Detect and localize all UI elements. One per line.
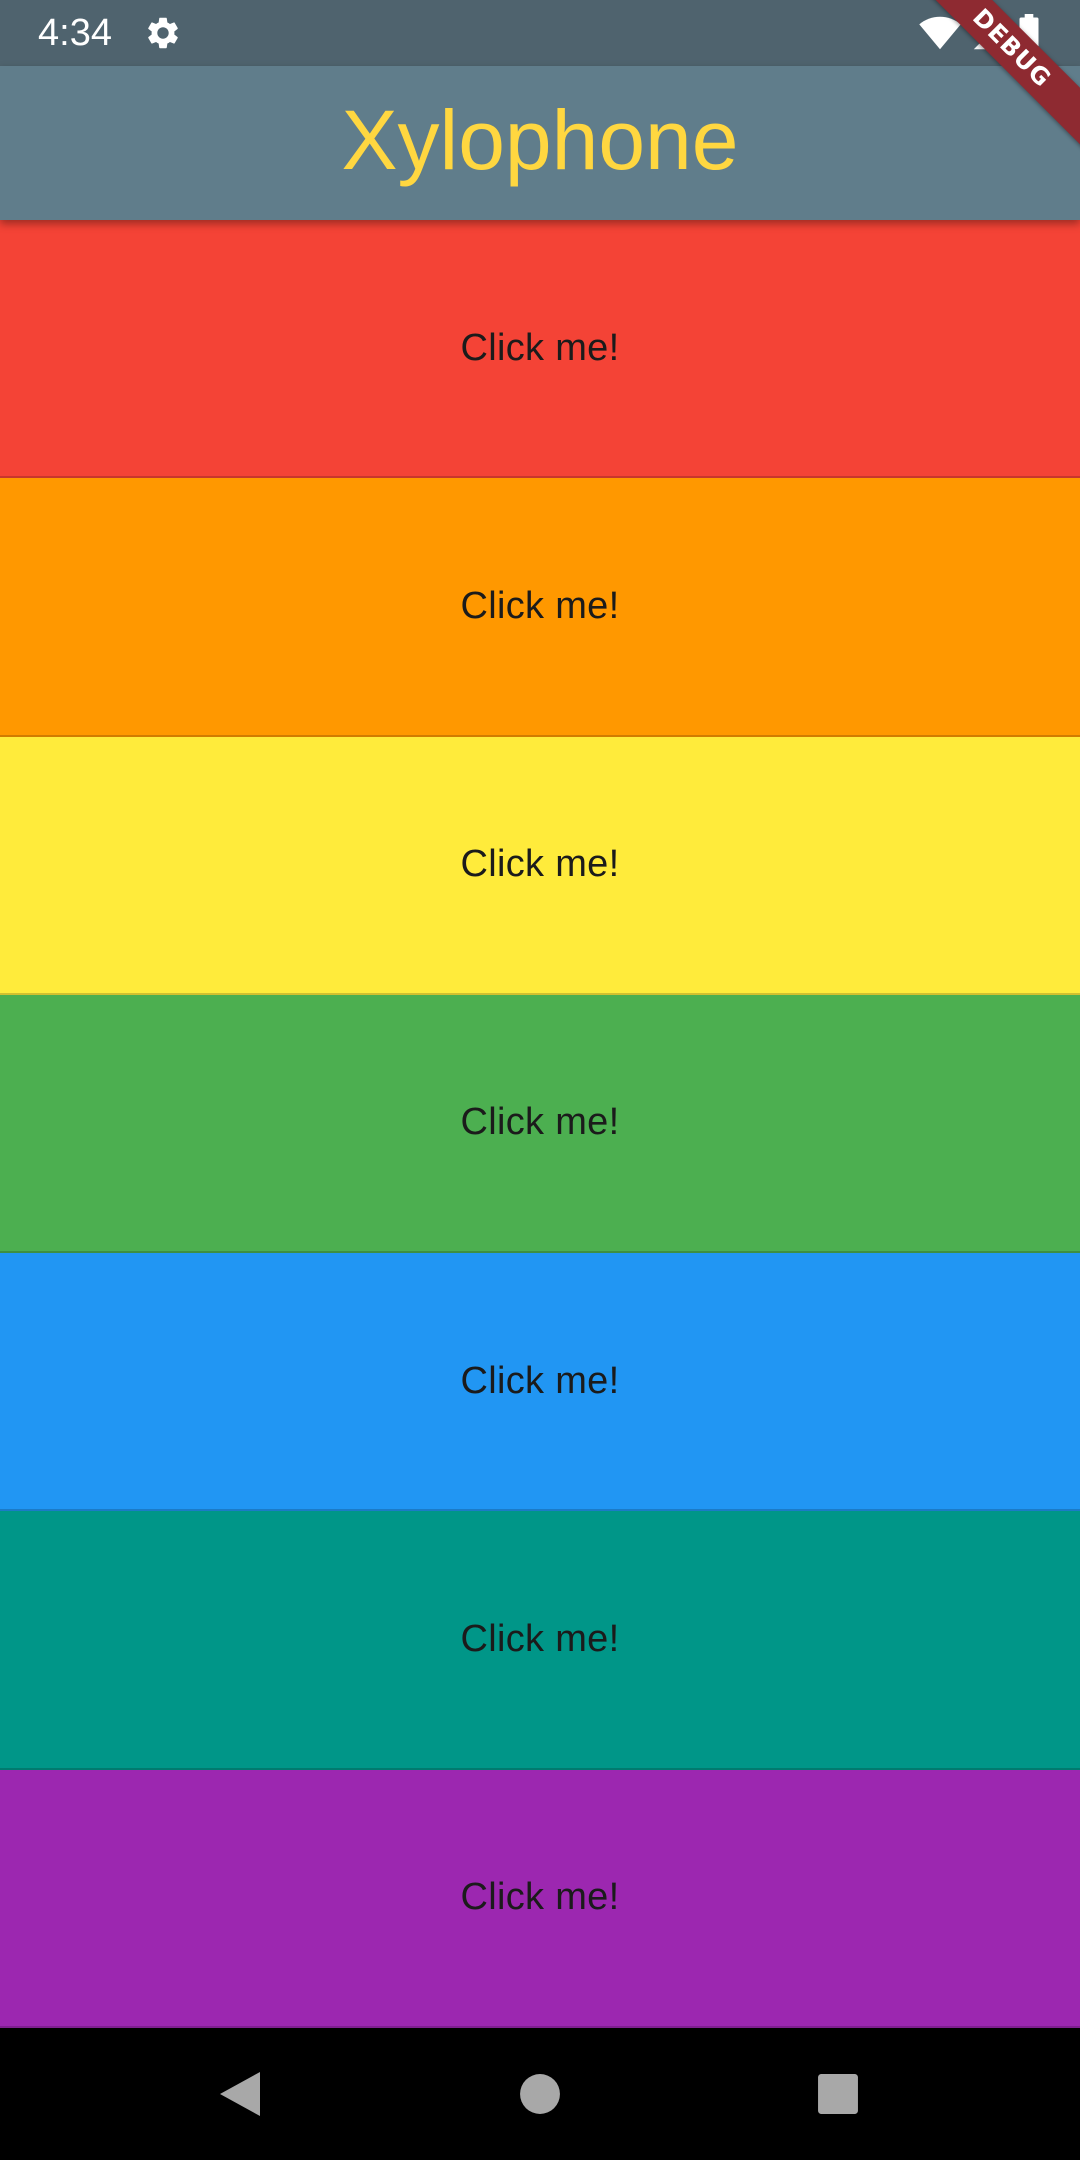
app-title: Xylophone: [341, 93, 739, 187]
key-button-3[interactable]: Click me!: [0, 736, 1080, 995]
home-circle-icon[interactable]: [508, 2062, 572, 2126]
back-triangle-icon[interactable]: [208, 2062, 272, 2126]
app-bar: Xylophone: [0, 66, 1080, 220]
key-label: Click me!: [460, 584, 620, 627]
key-label: Click me!: [460, 326, 620, 369]
key-button-6[interactable]: Click me!: [0, 1511, 1080, 1770]
key-label: Click me!: [460, 1618, 620, 1661]
xylophone-keys: Click me! Click me! Click me! Click me! …: [0, 220, 1080, 2028]
key-button-4[interactable]: Click me!: [0, 994, 1080, 1254]
key-button-5[interactable]: Click me!: [0, 1253, 1080, 1512]
key-button-1[interactable]: Click me!: [0, 220, 1080, 479]
navigation-bar: [0, 2028, 1080, 2160]
key-label: Click me!: [460, 1101, 620, 1144]
key-button-7[interactable]: Click me!: [0, 1769, 1080, 2028]
key-button-2[interactable]: Click me!: [0, 478, 1080, 737]
key-label: Click me!: [460, 1876, 620, 1919]
key-label: Click me!: [460, 1359, 620, 1402]
phone-screen: 4:34 Xylophone DEBUG Click me! Click me!…: [0, 0, 1080, 2160]
status-time: 4:34: [38, 12, 112, 54]
recents-square-icon[interactable]: [806, 2062, 870, 2126]
key-label: Click me!: [460, 843, 620, 886]
status-bar: 4:34: [0, 0, 1080, 66]
gear-icon: [144, 14, 182, 52]
